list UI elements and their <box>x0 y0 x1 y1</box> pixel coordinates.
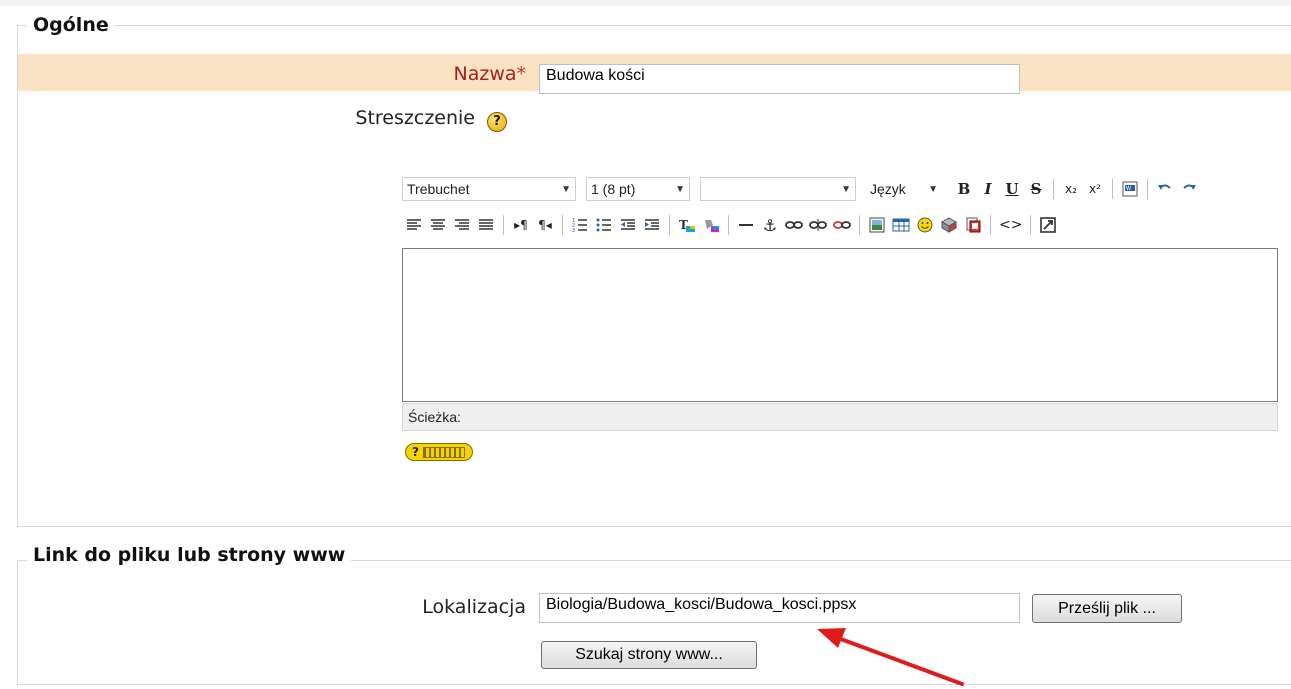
red-arrow-annotation <box>817 628 964 686</box>
